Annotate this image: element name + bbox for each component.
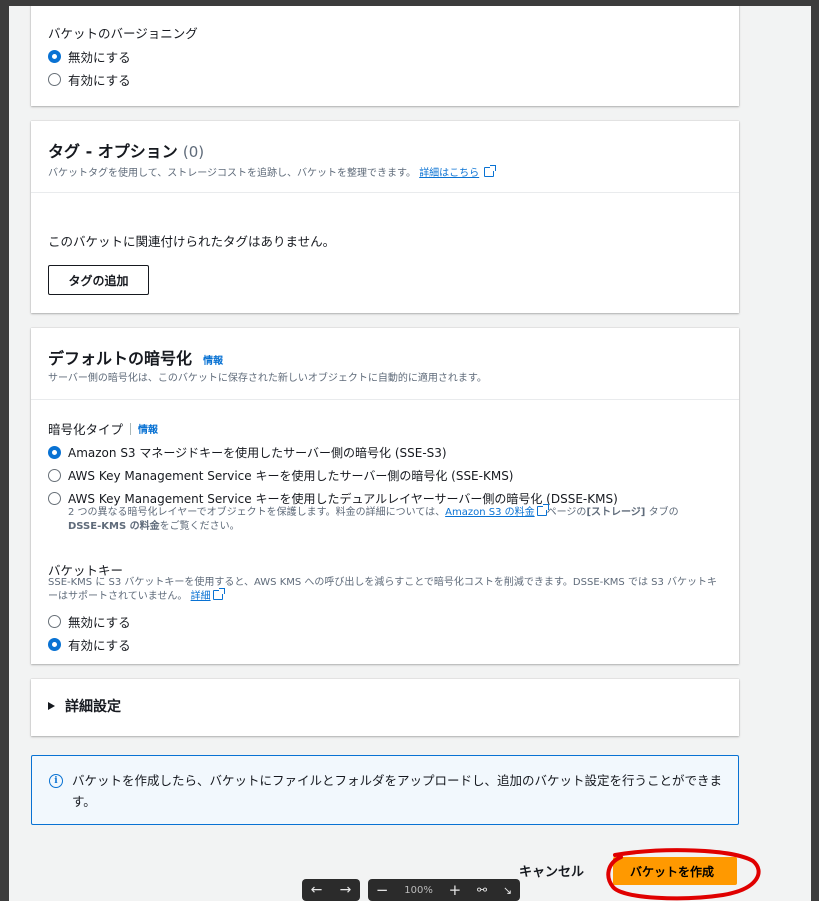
separator [130, 422, 132, 435]
viewer-zoom-toolbar: − 100% + ⚯ ↘ [368, 879, 520, 901]
caret-right-icon [48, 702, 55, 710]
external-link-icon [536, 504, 549, 516]
zoom-out-icon[interactable]: − [376, 881, 389, 899]
red-annotation-circle [606, 848, 761, 901]
bucket-key-disable-label: 無効にする [68, 615, 131, 630]
info-circle-icon: i [49, 774, 63, 788]
arrow-right-icon[interactable]: → [340, 882, 352, 898]
dsse-desc-bold: [ストレージ] [586, 507, 646, 518]
info-alert: i バケットを作成したら、バケットにファイルとフォルダをアップロードし、追加のバ… [31, 755, 739, 825]
external-link-icon [212, 588, 225, 600]
s3-pricing-link[interactable]: Amazon S3 の料金 [445, 507, 534, 518]
tags-learn-more-link[interactable]: 詳細はこちら [419, 168, 479, 179]
cancel-button[interactable]: キャンセル [519, 861, 584, 880]
encryption-type-label: 暗号化タイプ [48, 422, 124, 437]
divider [31, 192, 739, 193]
download-icon[interactable]: ⚯ [477, 883, 487, 897]
bucket-key-description-block: SSE-KMS に S3 バケットキーを使用すると、AWS KMS への呼び出し… [48, 576, 723, 604]
encryption-description: サーバー側の暗号化は、このバケットに保存された新しいオブジェクトに自動的に適用さ… [48, 373, 487, 384]
encryption-panel: デフォルトの暗号化 情報 サーバー側の暗号化は、このバケットに保存された新しいオ… [31, 328, 739, 664]
versioning-enable-radio[interactable]: 有効にする [48, 70, 131, 89]
tags-empty-text: このバケットに関連付けられたタグはありません。 [48, 234, 336, 249]
tags-title: タグ - オプション [48, 142, 178, 161]
versioning-enable-label: 有効にする [68, 73, 131, 88]
radio-selected-icon [48, 638, 61, 651]
tags-count: (0) [182, 143, 205, 161]
tags-panel: タグ - オプション (0) バケットタグを使用して、ストレージコストを追跡し、… [31, 121, 739, 313]
page-background: バケットのバージョニング 無効にする 有効にする タグ - オプション (0) … [9, 6, 811, 901]
bucket-key-enable-label: 有効にする [68, 638, 131, 653]
versioning-disable-radio[interactable]: 無効にする [48, 47, 131, 66]
advanced-settings-panel[interactable]: 詳細設定 [31, 679, 739, 736]
tags-description: バケットタグを使用して、ストレージコストを追跡し、バケットを整理できます。 [48, 168, 416, 179]
divider [31, 399, 739, 400]
viewer-nav-toolbar: ← → [302, 879, 360, 901]
versioning-panel: バケットのバージョニング 無効にする 有効にする [31, 6, 739, 106]
radio-selected-icon [48, 446, 61, 459]
zoom-level: 100% [404, 884, 433, 896]
sse-kms-radio[interactable]: AWS Key Management Service キーを使用したサーバー側の… [48, 467, 514, 484]
encryption-type-info-link[interactable]: 情報 [138, 421, 158, 436]
radio-unselected-icon [48, 469, 61, 482]
radio-unselected-icon [48, 615, 61, 628]
radio-selected-icon [48, 50, 61, 63]
dsse-kms-description: 2 つの異なる暗号化レイヤーでオブジェクトを保護します。料金の詳細については、A… [68, 504, 728, 534]
encryption-info-link[interactable]: 情報 [203, 356, 223, 367]
dsse-kms-radio[interactable]: AWS Key Management Service キーを使用したデュアルレイ… [48, 490, 618, 507]
bucket-key-enable-radio[interactable]: 有効にする [48, 635, 131, 654]
add-tag-button[interactable]: タグの追加 [48, 265, 149, 295]
dsse-desc-text: ページの [546, 507, 587, 518]
external-link-icon [484, 165, 497, 177]
radio-unselected-icon [48, 73, 61, 86]
dsse-desc-bold: DSSE-KMS の料金 [68, 521, 160, 532]
dsse-desc-text: をご覧ください。 [159, 521, 240, 532]
dsse-desc-text: 2 つの異なる暗号化レイヤーでオブジェクトを保護します。料金の詳細については、 [68, 507, 446, 518]
info-alert-text: バケットを作成したら、バケットにファイルとフォルダをアップロードし、追加のバケッ… [72, 773, 723, 809]
bucket-key-disable-radio[interactable]: 無効にする [48, 612, 131, 631]
encryption-title: デフォルトの暗号化 [48, 349, 193, 368]
versioning-disable-label: 無効にする [68, 50, 131, 65]
radio-unselected-icon [48, 492, 61, 505]
sse-s3-radio[interactable]: Amazon S3 マネージドキーを使用したサーバー側の暗号化 (SSE-S3) [48, 444, 447, 461]
versioning-title: バケットのバージョニング [48, 26, 198, 41]
dsse-desc-text: タブの [645, 507, 679, 518]
sse-kms-label: AWS Key Management Service キーを使用したサーバー側の… [68, 469, 514, 483]
fit-screen-icon[interactable]: ↘ [503, 884, 512, 897]
bucket-key-learn-more-link[interactable]: 詳細 [191, 591, 211, 602]
arrow-left-icon[interactable]: ← [311, 882, 323, 898]
advanced-settings-title: 詳細設定 [65, 699, 121, 715]
bucket-key-description: SSE-KMS に S3 バケットキーを使用すると、AWS KMS への呼び出し… [48, 577, 718, 602]
dsse-kms-label: AWS Key Management Service キーを使用したデュアルレイ… [68, 492, 618, 506]
zoom-in-icon[interactable]: + [449, 881, 462, 899]
sse-s3-label: Amazon S3 マネージドキーを使用したサーバー側の暗号化 (SSE-S3) [68, 446, 447, 460]
